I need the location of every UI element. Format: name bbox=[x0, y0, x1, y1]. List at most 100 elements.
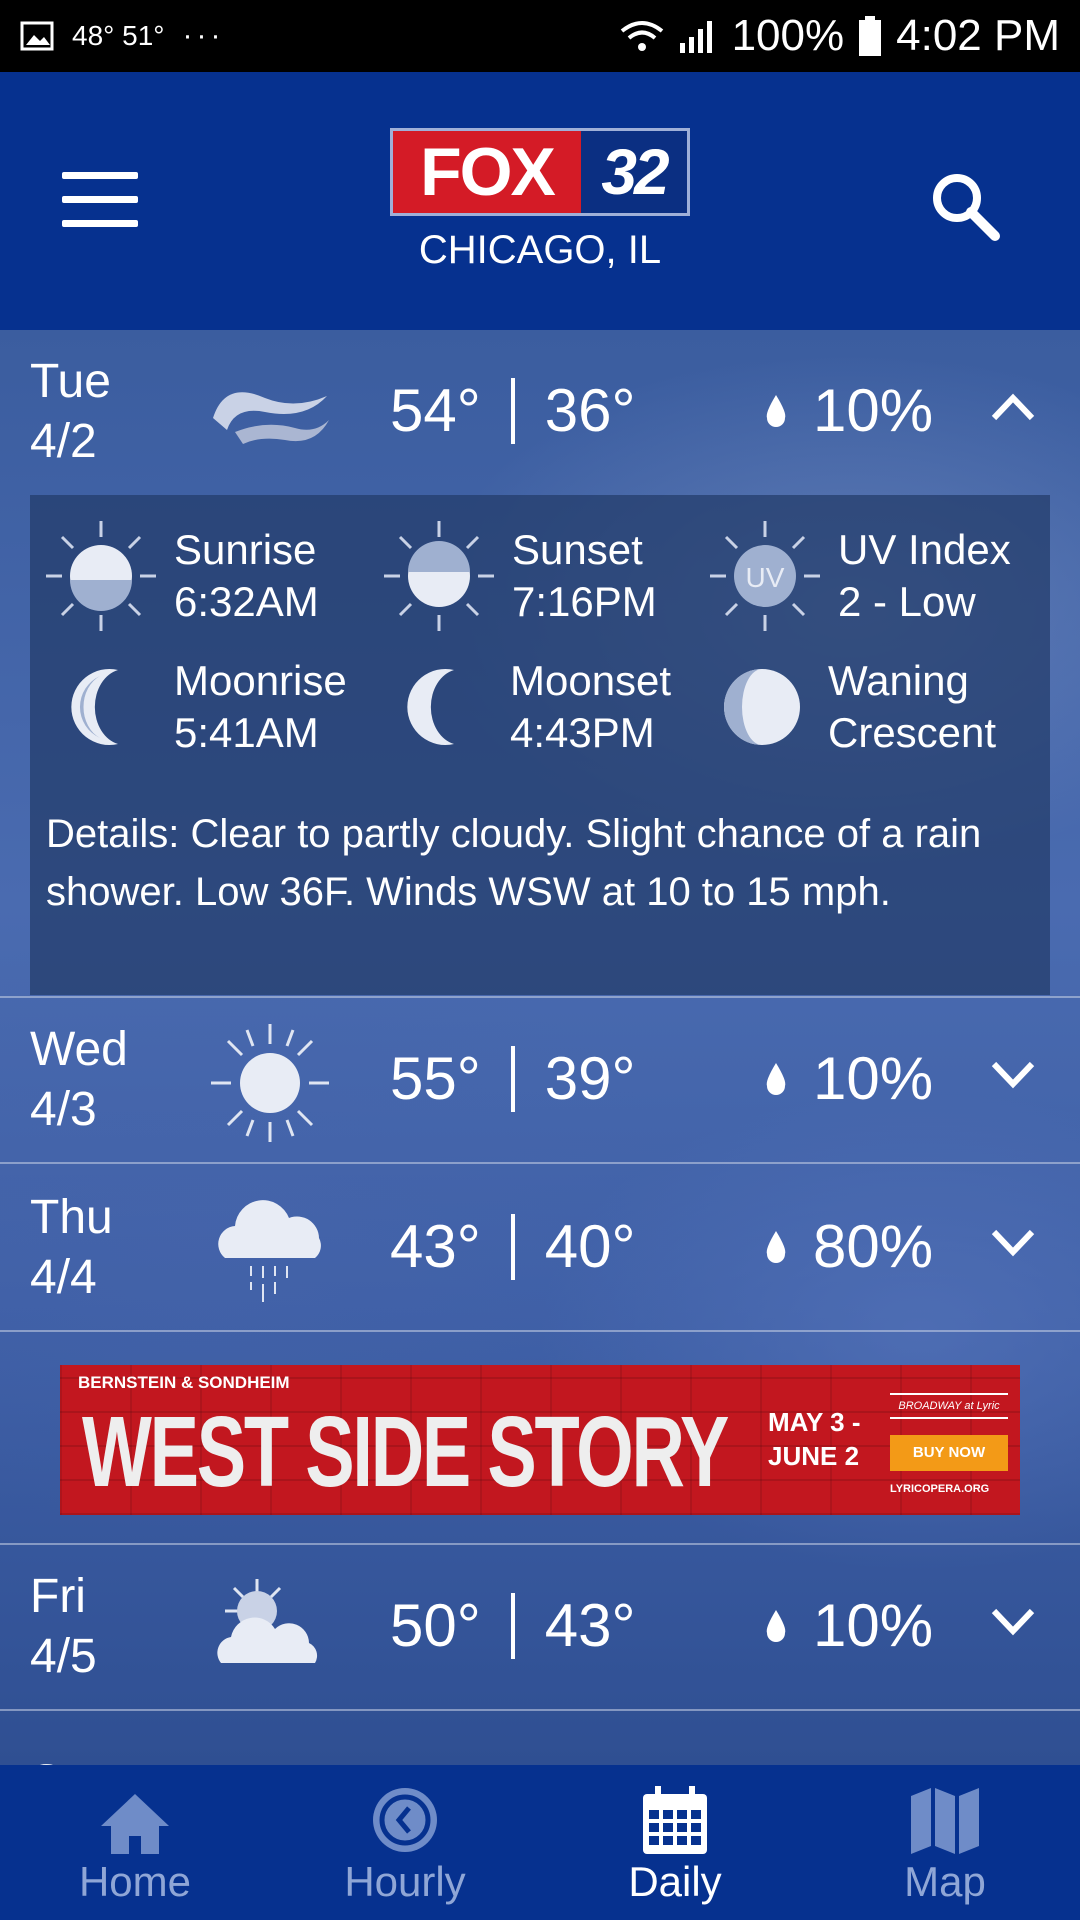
nav-hourly[interactable]: Hourly bbox=[270, 1765, 540, 1920]
clock-icon bbox=[373, 1788, 437, 1852]
temperature-range: 50° 43° bbox=[390, 1591, 635, 1660]
sunrise-icon bbox=[46, 521, 156, 631]
day-date: 4/4 bbox=[30, 1251, 97, 1304]
uv-index-item: UV UV Index 2 - Low bbox=[706, 517, 1011, 635]
moon-phase-icon bbox=[724, 669, 800, 745]
sunset-icon bbox=[384, 521, 494, 631]
app-header: FOX 32 CHICAGO, IL bbox=[0, 72, 1080, 330]
day-label: Wed 4/3 bbox=[30, 1020, 128, 1140]
bottom-navigation: Home Hourly Daily Map bbox=[0, 1765, 1080, 1920]
chevron-down-icon[interactable] bbox=[990, 1228, 1036, 1258]
temperature-range: 43° 40° bbox=[390, 1212, 635, 1281]
moonset-icon bbox=[407, 669, 454, 745]
moon-phase-line1: Waning bbox=[828, 657, 969, 704]
sunrise-label: Sunrise bbox=[174, 526, 317, 573]
map-icon bbox=[911, 1788, 979, 1854]
calendar-icon bbox=[643, 1786, 707, 1854]
moon-phase-line2: Crescent bbox=[828, 709, 997, 756]
nav-daily[interactable]: Daily bbox=[540, 1765, 810, 1920]
image-notification-icon bbox=[20, 21, 54, 51]
precip-chance: 80% bbox=[765, 1212, 933, 1281]
ad-buy-now-button[interactable]: BUY NOW bbox=[890, 1435, 1008, 1471]
day-date: 4/3 bbox=[30, 1083, 97, 1136]
sunset-time: 7:16PM bbox=[512, 578, 657, 625]
chevron-up-icon[interactable] bbox=[990, 392, 1036, 422]
ad-brand: BROADWAY at Lyric bbox=[890, 1393, 1008, 1419]
moonrise-icon bbox=[71, 669, 118, 745]
hamburger-menu-icon[interactable] bbox=[62, 172, 138, 228]
day-date: 4/5 bbox=[30, 1630, 97, 1683]
logo-fox-text: FOX bbox=[420, 134, 556, 210]
moonset-time: 4:43PM bbox=[510, 709, 655, 756]
precip-value: 10% bbox=[813, 377, 934, 444]
moonset-item: Moonset 4:43PM bbox=[396, 655, 671, 759]
wifi-icon bbox=[620, 21, 663, 51]
day-name: Fri bbox=[30, 1570, 86, 1623]
home-icon bbox=[101, 1794, 169, 1854]
low-temp: 39° bbox=[544, 1045, 636, 1112]
precip-chance: 10% bbox=[765, 1591, 933, 1660]
precip-value: 10% bbox=[813, 1045, 934, 1112]
sunrise-item: Sunrise 6:32AM bbox=[42, 517, 319, 635]
precip-value: 10% bbox=[813, 1592, 934, 1659]
low-temp: 43° bbox=[544, 1592, 636, 1659]
partly-cloudy-icon bbox=[217, 1579, 318, 1663]
sunset-label: Sunset bbox=[512, 526, 643, 573]
day-date: 4/2 bbox=[30, 415, 97, 468]
day-row-wed[interactable]: Wed 4/3 55° 39° 10% bbox=[0, 998, 1080, 1164]
forecast-details-text: Details: Clear to partly cloudy. Slight … bbox=[46, 812, 982, 914]
ad-dates-line1: MAY 3 - bbox=[768, 1407, 861, 1437]
sunrise-time: 6:32AM bbox=[174, 578, 319, 625]
logo-number-text: 32 bbox=[581, 131, 687, 213]
day-row-sat-partial[interactable]: Sat bbox=[30, 1755, 102, 1765]
nav-map[interactable]: Map bbox=[810, 1765, 1080, 1920]
location-label: CHICAGO, IL bbox=[418, 228, 662, 272]
day-name: Tue bbox=[30, 355, 111, 408]
raindrop-icon bbox=[766, 1062, 786, 1095]
uv-index-icon: UV bbox=[710, 521, 820, 631]
precip-chance: 10% bbox=[765, 1044, 933, 1113]
ad-website: LYRICOPERA.ORG bbox=[890, 1483, 990, 1495]
daily-forecast-list: Tue 4/2 54° 36° 10% Sunrise 6:32AM Sunse… bbox=[0, 330, 1080, 1765]
high-temp: 50° bbox=[390, 1592, 481, 1659]
raindrop-icon bbox=[766, 1609, 786, 1642]
uv-value: 2 - Low bbox=[838, 578, 976, 625]
raindrop-icon bbox=[766, 1230, 786, 1263]
wind-icon bbox=[213, 392, 329, 444]
high-temp: 54° bbox=[390, 377, 481, 444]
advertisement-banner[interactable]: BERNSTEIN & SONDHEIM WEST SIDE STORY MAY… bbox=[60, 1365, 1020, 1515]
high-temp: 55° bbox=[390, 1045, 481, 1112]
day-row-tue[interactable]: Tue 4/2 54° 36° 10% Sunrise 6:32AM Sunse… bbox=[0, 330, 1080, 998]
uv-label: UV Index bbox=[838, 526, 1011, 573]
moonrise-time: 5:41AM bbox=[174, 709, 319, 756]
nav-hourly-label: Hourly bbox=[344, 1858, 466, 1905]
nav-home[interactable]: Home bbox=[0, 1765, 270, 1920]
status-more-dots: ··· bbox=[182, 19, 225, 52]
moonset-label: Moonset bbox=[510, 657, 672, 704]
fox32-logo: FOX 32 bbox=[390, 128, 690, 216]
precip-chance: 10% bbox=[765, 376, 933, 445]
low-temp: 36° bbox=[544, 377, 636, 444]
chevron-down-icon[interactable] bbox=[990, 1607, 1036, 1637]
clock: 4:02 PM bbox=[896, 11, 1060, 60]
battery-icon bbox=[859, 16, 882, 56]
ad-title: WEST SIDE STORY bbox=[82, 1396, 729, 1508]
day-row-fri[interactable]: Fri 4/5 50° 43° 10% bbox=[0, 1545, 1080, 1711]
search-icon[interactable] bbox=[925, 166, 1005, 246]
status-temps: 48° 51° bbox=[72, 20, 165, 51]
sun-icon bbox=[211, 1024, 329, 1142]
day-details-panel: Sunrise 6:32AM Sunset 7:16PM UV UV Index… bbox=[30, 495, 1050, 995]
temperature-range: 54° 36° bbox=[390, 376, 635, 445]
moonrise-label: Moonrise bbox=[174, 657, 347, 704]
high-temp: 43° bbox=[390, 1213, 481, 1280]
battery-percent: 100% bbox=[731, 11, 845, 60]
rain-cloud-icon bbox=[218, 1200, 321, 1302]
chevron-down-icon[interactable] bbox=[990, 1060, 1036, 1090]
ad-subtitle: BERNSTEIN & SONDHEIM bbox=[78, 1373, 290, 1392]
precip-value: 80% bbox=[813, 1213, 934, 1280]
day-label: Fri 4/5 bbox=[30, 1567, 97, 1687]
nav-map-label: Map bbox=[904, 1858, 986, 1905]
ad-dates: MAY 3 - JUNE 2 bbox=[768, 1405, 861, 1473]
moonrise-item: Moonrise 5:41AM bbox=[60, 655, 347, 759]
day-row-thu[interactable]: Thu 4/4 43° 40° 80% bbox=[0, 1166, 1080, 1332]
